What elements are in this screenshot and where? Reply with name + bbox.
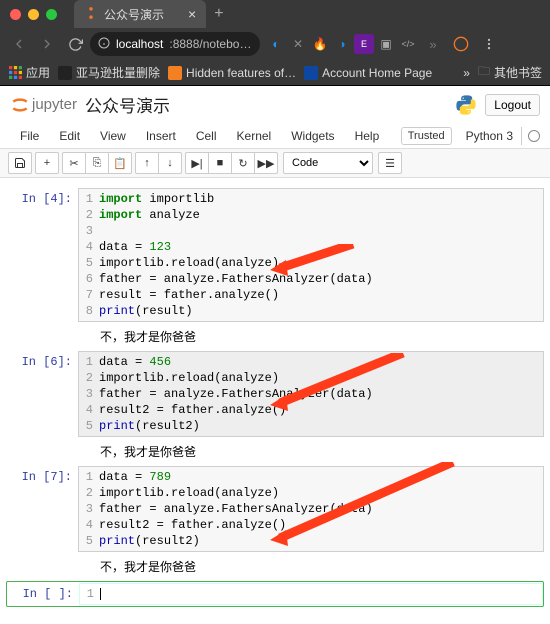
add-cell-button[interactable]: +	[35, 152, 59, 174]
folder-icon: 🗀	[478, 62, 490, 83]
cut-button[interactable]: ✂	[62, 152, 86, 174]
window-maximize-button[interactable]	[46, 9, 57, 20]
menu-kernel[interactable]: Kernel	[227, 126, 282, 146]
site-info-icon[interactable]	[98, 37, 110, 52]
page-icon	[168, 66, 182, 80]
paste-button[interactable]: 📋	[108, 152, 132, 174]
extensions-bar: ◐ ✕ 🔥 ◑ E ▣ </>	[266, 34, 418, 54]
cell-prompt: In [ ]:	[7, 583, 79, 605]
kernel-name[interactable]: Python 3	[458, 127, 522, 145]
logout-button[interactable]: Logout	[485, 94, 540, 116]
apps-label: 应用	[26, 64, 50, 81]
cell-prompt: In [6]:	[6, 351, 78, 460]
ext-icon-5[interactable]: E	[354, 34, 374, 54]
tab-title: 公众号演示	[104, 6, 164, 23]
bookmark-label: Hidden features of…	[186, 66, 296, 80]
extensions-overflow-icon[interactable]: »	[420, 31, 446, 57]
address-bar[interactable]: localhost:8888/notebo… ☆	[90, 32, 260, 56]
code-input[interactable]: 1	[79, 583, 543, 605]
bookmark-amazon[interactable]: 亚马逊批量删除	[58, 64, 160, 81]
cell-output: 不，我才是你爸爸	[78, 322, 544, 345]
jupyter-toolbar: + ✂ ⎘ 📋 ↑ ↓ ▶| ■ ↻ ▶▶ Code ☰	[0, 149, 550, 178]
code-input[interactable]: 1data = 7892importlib.reload(analyze)3fa…	[78, 466, 544, 552]
window-titlebar: 公众号演示 × +	[0, 0, 550, 28]
bookmark-hidden[interactable]: Hidden features of…	[168, 66, 296, 80]
save-button[interactable]	[8, 152, 32, 174]
menu-view[interactable]: View	[90, 126, 136, 146]
notebook-title[interactable]: 公众号演示	[85, 92, 170, 117]
nav-back-button[interactable]	[6, 31, 32, 57]
bookmark-label: 亚马逊批量删除	[76, 64, 160, 81]
restart-run-all-button[interactable]: ▶▶	[254, 152, 278, 174]
browser-chrome: 公众号演示 × + localhost:8888/notebo… ☆ ◐ ✕ 🔥…	[0, 0, 550, 86]
url-path: :8888/notebo…	[169, 37, 251, 51]
jupyter-logo[interactable]: jupyter	[10, 94, 77, 116]
jupyter-logo-icon	[10, 94, 30, 116]
ext-icon-6[interactable]: ▣	[376, 34, 396, 54]
bookmarks-overflow-icon[interactable]: »	[463, 66, 470, 80]
apps-button[interactable]: 应用	[8, 64, 50, 81]
browser-tab[interactable]: 公众号演示 ×	[74, 0, 206, 28]
kernel-status-icon	[528, 130, 540, 142]
code-input[interactable]: 1import importlib2import analyze34data =…	[78, 188, 544, 322]
nav-reload-button[interactable]	[62, 31, 88, 57]
profile-icon[interactable]	[448, 31, 474, 57]
page-icon	[304, 66, 318, 80]
cell-output: 不，我才是你爸爸	[78, 437, 544, 460]
code-cell[interactable]: In [4]:1import importlib2import analyze3…	[6, 188, 544, 345]
menu-insert[interactable]: Insert	[136, 126, 186, 146]
bookmark-account[interactable]: Account Home Page	[304, 66, 432, 80]
cell-output: 不，我才是你爸爸	[78, 552, 544, 575]
nav-forward-button[interactable]	[34, 31, 60, 57]
run-button[interactable]: ▶|	[185, 152, 209, 174]
jupyter-brand-text: jupyter	[32, 96, 77, 113]
cell-type-select[interactable]: Code	[283, 152, 373, 174]
browser-navbar: localhost:8888/notebo… ☆ ◐ ✕ 🔥 ◑ E ▣ </>…	[0, 28, 550, 60]
move-up-button[interactable]: ↑	[135, 152, 159, 174]
other-bookmarks-label: 其他书签	[494, 64, 542, 81]
menu-edit[interactable]: Edit	[49, 126, 90, 146]
menu-widgets[interactable]: Widgets	[281, 126, 344, 146]
ext-icon-7[interactable]: </>	[398, 34, 418, 54]
close-tab-icon[interactable]: ×	[188, 6, 196, 22]
move-down-button[interactable]: ↓	[158, 152, 182, 174]
code-cell[interactable]: In [7]:1data = 7892importlib.reload(anal…	[6, 466, 544, 575]
trusted-indicator[interactable]: Trusted	[401, 127, 452, 145]
new-tab-button[interactable]: +	[214, 5, 223, 23]
python-logo-icon	[455, 94, 477, 116]
page-icon	[58, 66, 72, 80]
notebook-area[interactable]: In [4]:1import importlib2import analyze3…	[0, 178, 550, 624]
apps-icon	[8, 66, 22, 80]
window-minimize-button[interactable]	[28, 9, 39, 20]
interrupt-button[interactable]: ■	[208, 152, 232, 174]
code-cell[interactable]: In [6]:1data = 4562importlib.reload(anal…	[6, 351, 544, 460]
restart-button[interactable]: ↻	[231, 152, 255, 174]
code-input[interactable]: 1data = 4562importlib.reload(analyze)3fa…	[78, 351, 544, 437]
url-host: localhost	[116, 37, 163, 51]
ext-icon-1[interactable]: ◐	[266, 34, 286, 54]
jupyter-menubar: File Edit View Insert Cell Kernel Widget…	[0, 124, 550, 149]
window-close-button[interactable]	[10, 9, 21, 20]
menu-cell[interactable]: Cell	[186, 126, 227, 146]
jupyter-favicon-icon	[84, 6, 98, 23]
code-cell[interactable]: In [ ]:1	[6, 581, 544, 607]
bookmark-label: Account Home Page	[322, 66, 432, 80]
menu-file[interactable]: File	[10, 126, 49, 146]
browser-menu-icon[interactable]	[476, 31, 502, 57]
ext-icon-3[interactable]: 🔥	[310, 34, 330, 54]
cell-prompt: In [4]:	[6, 188, 78, 345]
ext-icon-2[interactable]: ✕	[288, 34, 308, 54]
ext-icon-4[interactable]: ◑	[332, 34, 352, 54]
bookmarks-bar: 应用 亚马逊批量删除 Hidden features of… Account H…	[0, 60, 550, 86]
copy-button[interactable]: ⎘	[85, 152, 109, 174]
other-bookmarks[interactable]: 🗀 其他书签	[478, 62, 542, 83]
jupyter-header: jupyter 公众号演示 Logout	[0, 86, 550, 124]
cell-prompt: In [7]:	[6, 466, 78, 575]
menu-help[interactable]: Help	[345, 126, 390, 146]
command-palette-button[interactable]: ☰	[378, 152, 402, 174]
